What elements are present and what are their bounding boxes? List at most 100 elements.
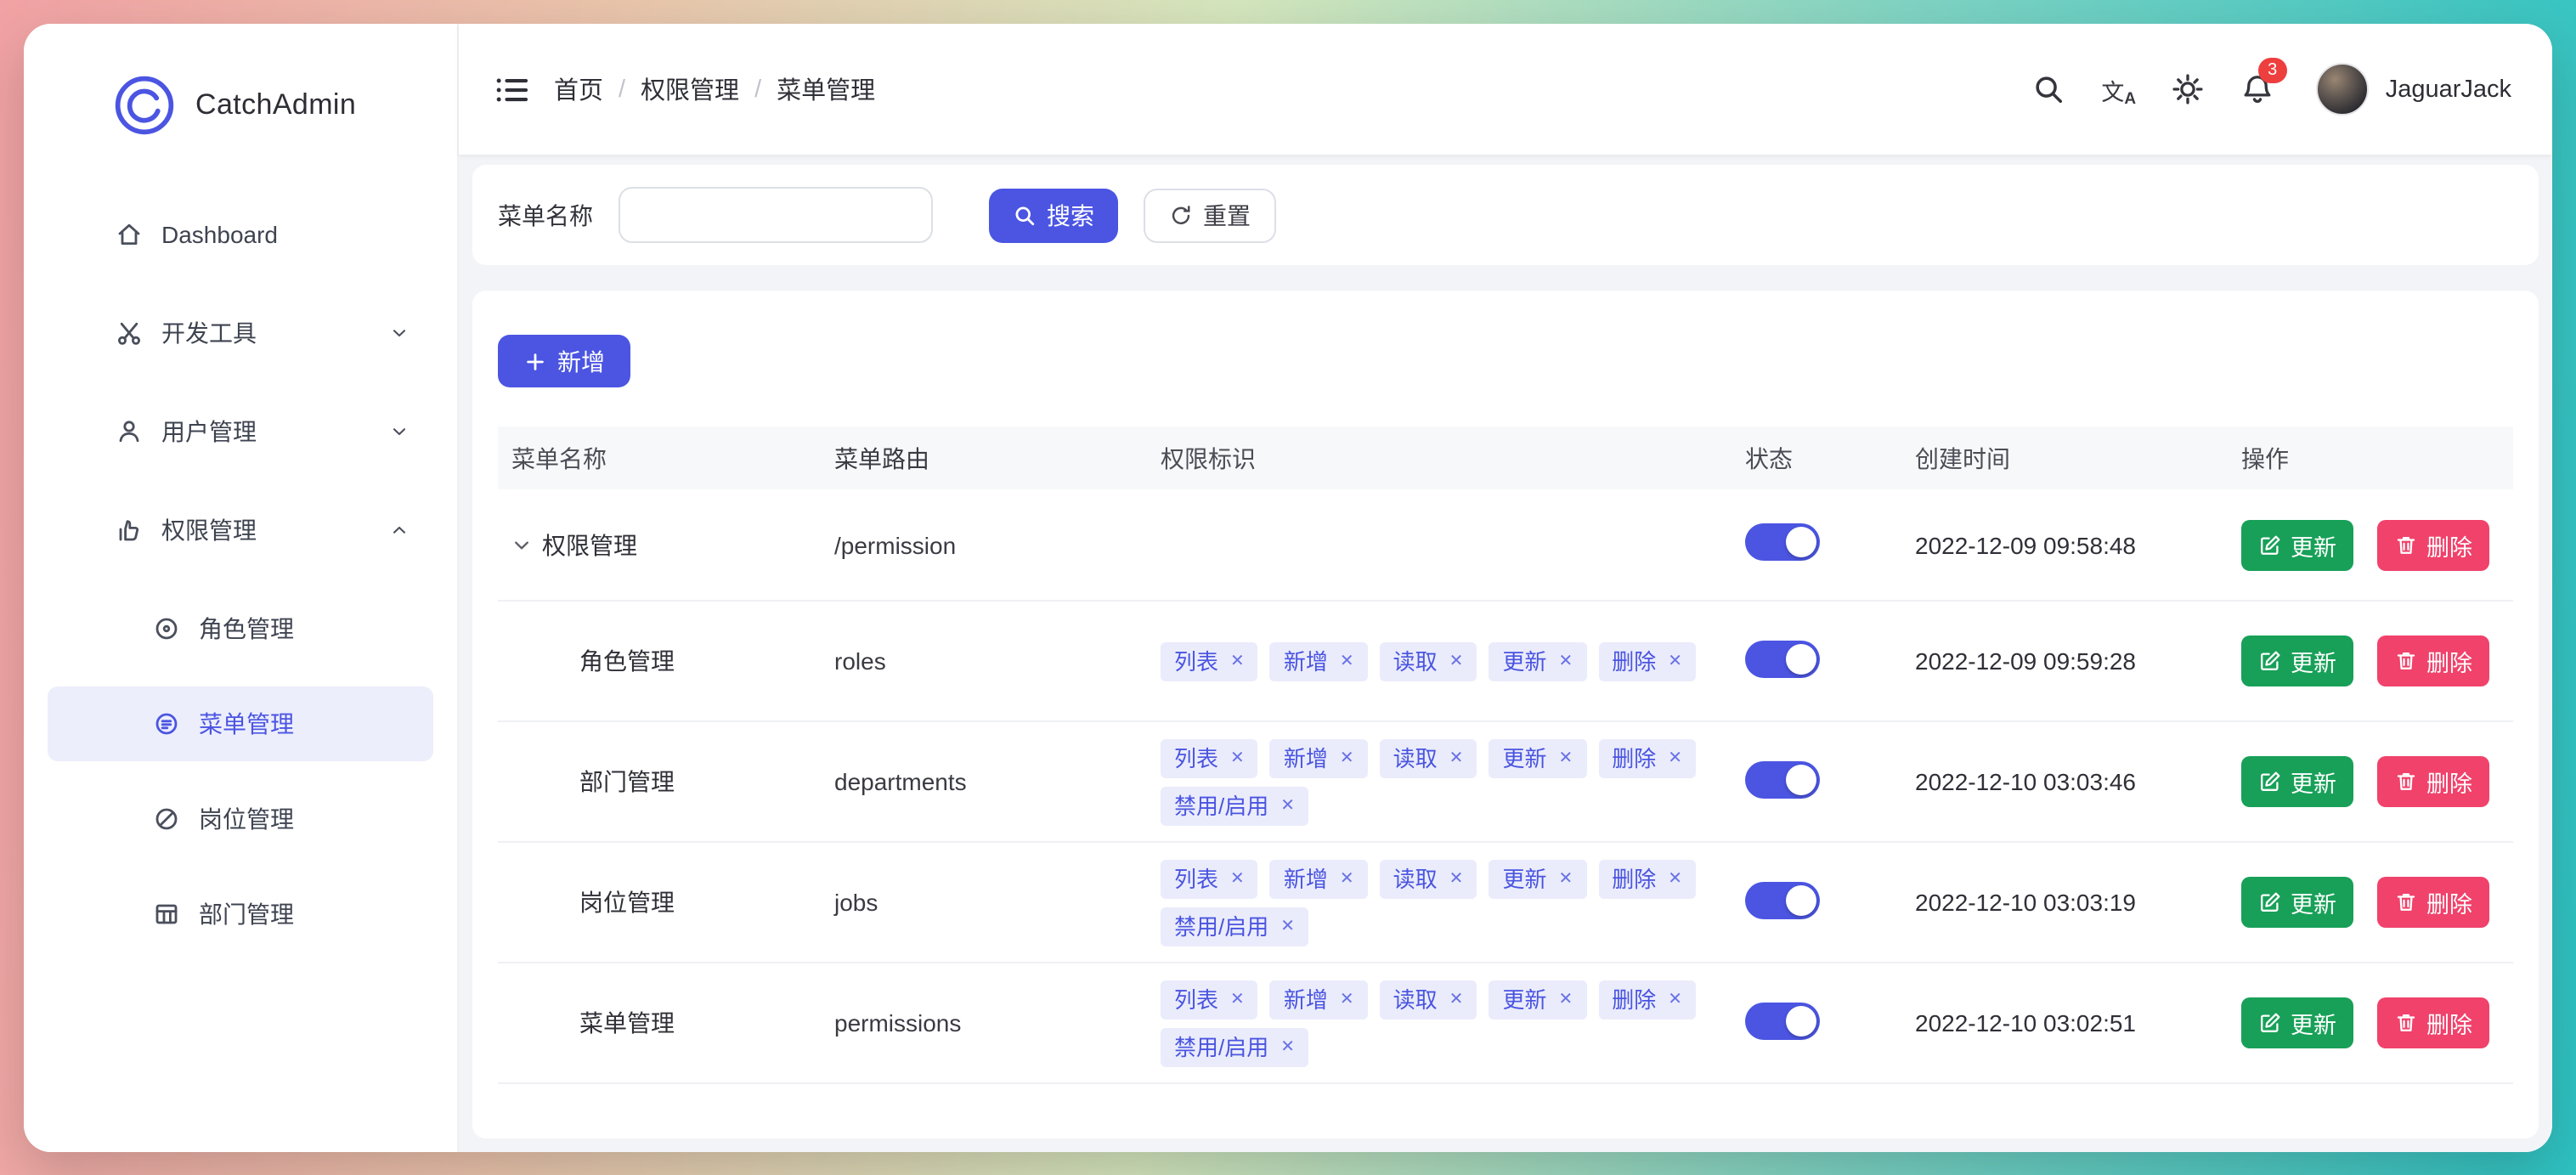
permission-tag-label: 禁用/启用 bbox=[1174, 1032, 1268, 1061]
breadcrumb-home[interactable]: 首页 bbox=[554, 71, 603, 107]
permission-tag-label: 删除 bbox=[1612, 743, 1656, 772]
search-icon[interactable] bbox=[2031, 71, 2068, 108]
edit-icon bbox=[2258, 649, 2282, 673]
main-area: 首页 / 权限管理 / 菜单管理 文A 3 bbox=[459, 24, 2552, 1151]
tag-remove-icon[interactable]: ✕ bbox=[1230, 985, 1245, 1014]
tag-remove-icon[interactable]: ✕ bbox=[1340, 985, 1354, 1014]
cell-actions: 更新 删除 bbox=[2228, 877, 2513, 928]
status-toggle[interactable] bbox=[1745, 760, 1820, 798]
expand-caret-icon[interactable] bbox=[511, 534, 532, 555]
sidebar-collapse-icon[interactable] bbox=[493, 71, 530, 108]
status-toggle[interactable] bbox=[1745, 881, 1820, 918]
table-row: 权限管理 /permission 2022-12-09 09:58:48 更新 … bbox=[498, 489, 2513, 602]
tag-remove-icon[interactable]: ✕ bbox=[1230, 743, 1245, 772]
tag-remove-icon[interactable]: ✕ bbox=[1340, 864, 1354, 893]
delete-button[interactable]: 删除 bbox=[2377, 756, 2489, 807]
theme-sun-icon[interactable] bbox=[2170, 71, 2207, 108]
delete-button-label: 删除 bbox=[2426, 885, 2472, 919]
app-window: CatchAdmin Dashboard 开发工具 bbox=[24, 24, 2552, 1151]
cell-permission-tags: 列表✕新增✕读取✕更新✕删除✕ bbox=[1147, 641, 1731, 681]
cell-menu-route: departments bbox=[821, 768, 1147, 795]
avatar[interactable] bbox=[2316, 63, 2369, 116]
update-button[interactable]: 更新 bbox=[2241, 636, 2353, 686]
trash-icon bbox=[2394, 533, 2418, 556]
delete-button[interactable]: 删除 bbox=[2377, 877, 2489, 928]
breadcrumb-menus[interactable]: 菜单管理 bbox=[777, 71, 875, 107]
tag-remove-icon[interactable]: ✕ bbox=[1449, 864, 1464, 893]
permission-tag-label: 新增 bbox=[1284, 647, 1328, 675]
tag-remove-icon[interactable]: ✕ bbox=[1558, 743, 1573, 772]
permission-tag-label: 删除 bbox=[1612, 647, 1656, 675]
search-button[interactable]: 搜索 bbox=[989, 188, 1118, 242]
tag-remove-icon[interactable]: ✕ bbox=[1668, 743, 1682, 772]
breadcrumb-permissions[interactable]: 权限管理 bbox=[641, 71, 739, 107]
permission-tag-label: 更新 bbox=[1502, 647, 1546, 675]
tag-remove-icon[interactable]: ✕ bbox=[1558, 864, 1573, 893]
status-toggle[interactable] bbox=[1745, 1002, 1820, 1039]
delete-button[interactable]: 删除 bbox=[2377, 519, 2489, 570]
toggle-knob bbox=[1786, 527, 1816, 557]
menus-icon bbox=[153, 710, 180, 737]
tag-remove-icon[interactable]: ✕ bbox=[1558, 985, 1573, 1014]
permission-tag: 列表✕ bbox=[1161, 980, 1258, 1019]
sidebar-item-roles[interactable]: 角色管理 bbox=[48, 591, 433, 666]
cell-permission-tags: 列表✕新增✕读取✕更新✕删除✕禁用/启用✕ bbox=[1147, 859, 1731, 946]
tag-remove-icon[interactable]: ✕ bbox=[1280, 912, 1295, 941]
notifications-bell-icon[interactable]: 3 bbox=[2240, 71, 2277, 108]
status-toggle[interactable] bbox=[1745, 523, 1820, 561]
sidebar-item-jobs[interactable]: 岗位管理 bbox=[48, 782, 433, 856]
tag-remove-icon[interactable]: ✕ bbox=[1668, 985, 1682, 1014]
status-toggle[interactable] bbox=[1745, 640, 1820, 677]
sidebar-item-menus[interactable]: 菜单管理 bbox=[48, 686, 433, 761]
cell-actions: 更新 删除 bbox=[2228, 997, 2513, 1048]
tag-remove-icon[interactable]: ✕ bbox=[1558, 647, 1573, 675]
tag-remove-icon[interactable]: ✕ bbox=[1340, 647, 1354, 675]
add-button[interactable]: 新增 bbox=[498, 335, 630, 387]
permission-tag-label: 删除 bbox=[1612, 985, 1656, 1014]
tag-remove-icon[interactable]: ✕ bbox=[1668, 864, 1682, 893]
tag-remove-icon[interactable]: ✕ bbox=[1280, 1032, 1295, 1061]
update-button-label: 更新 bbox=[2291, 765, 2336, 799]
translate-icon[interactable]: 文A bbox=[2100, 71, 2138, 108]
tag-remove-icon[interactable]: ✕ bbox=[1280, 791, 1295, 820]
column-header-menu-name: 菜单名称 bbox=[498, 441, 821, 475]
username[interactable]: JaguarJack bbox=[2386, 76, 2511, 103]
update-button[interactable]: 更新 bbox=[2241, 877, 2353, 928]
delete-button[interactable]: 删除 bbox=[2377, 997, 2489, 1048]
sidebar-item-users[interactable]: 用户管理 bbox=[48, 394, 433, 469]
sidebar-item-departments[interactable]: 部门管理 bbox=[48, 877, 433, 952]
permission-tag-label: 列表 bbox=[1174, 864, 1218, 893]
trash-icon bbox=[2394, 1011, 2418, 1035]
logo: CatchAdmin bbox=[24, 24, 457, 187]
reset-button[interactable]: 重置 bbox=[1144, 188, 1276, 242]
delete-button[interactable]: 删除 bbox=[2377, 636, 2489, 686]
permission-tag-label: 更新 bbox=[1502, 743, 1546, 772]
tag-remove-icon[interactable]: ✕ bbox=[1449, 743, 1464, 772]
update-button[interactable]: 更新 bbox=[2241, 997, 2353, 1048]
catchadmin-logo-icon bbox=[112, 73, 177, 138]
update-button[interactable]: 更新 bbox=[2241, 756, 2353, 807]
cell-menu-name: 菜单管理 bbox=[498, 1006, 821, 1040]
tag-remove-icon[interactable]: ✕ bbox=[1230, 864, 1245, 893]
cell-actions: 更新 删除 bbox=[2228, 636, 2513, 686]
update-button[interactable]: 更新 bbox=[2241, 519, 2353, 570]
cell-menu-name: 权限管理 bbox=[498, 528, 821, 562]
table-row: 菜单管理 permissions 列表✕新增✕读取✕更新✕删除✕禁用/启用✕ 2… bbox=[498, 963, 2513, 1084]
sidebar-item-dashboard[interactable]: Dashboard bbox=[48, 197, 433, 272]
tag-remove-icon[interactable]: ✕ bbox=[1340, 743, 1354, 772]
refresh-icon bbox=[1169, 203, 1193, 227]
tag-remove-icon[interactable]: ✕ bbox=[1449, 985, 1464, 1014]
permission-tag: 列表 ✕ bbox=[1161, 859, 1258, 898]
tag-remove-icon[interactable]: ✕ bbox=[1230, 647, 1245, 675]
tag-remove-icon[interactable]: ✕ bbox=[1668, 647, 1682, 675]
sidebar-item-devtools[interactable]: 开发工具 bbox=[48, 296, 433, 370]
permission-tag: 更新 ✕ bbox=[1489, 738, 1586, 777]
update-button-label: 更新 bbox=[2291, 885, 2336, 919]
tag-list: 列表✕新增✕读取✕更新✕删除✕禁用/启用✕ bbox=[1161, 859, 1698, 946]
sidebar-item-permissions[interactable]: 权限管理 bbox=[48, 493, 433, 568]
permission-tag: 读取✕ bbox=[1380, 859, 1477, 898]
chevron-down-icon bbox=[389, 421, 410, 442]
menu-name-input[interactable] bbox=[619, 187, 933, 243]
column-header-menu-route: 菜单路由 bbox=[821, 441, 1147, 475]
tag-remove-icon[interactable]: ✕ bbox=[1449, 647, 1464, 675]
